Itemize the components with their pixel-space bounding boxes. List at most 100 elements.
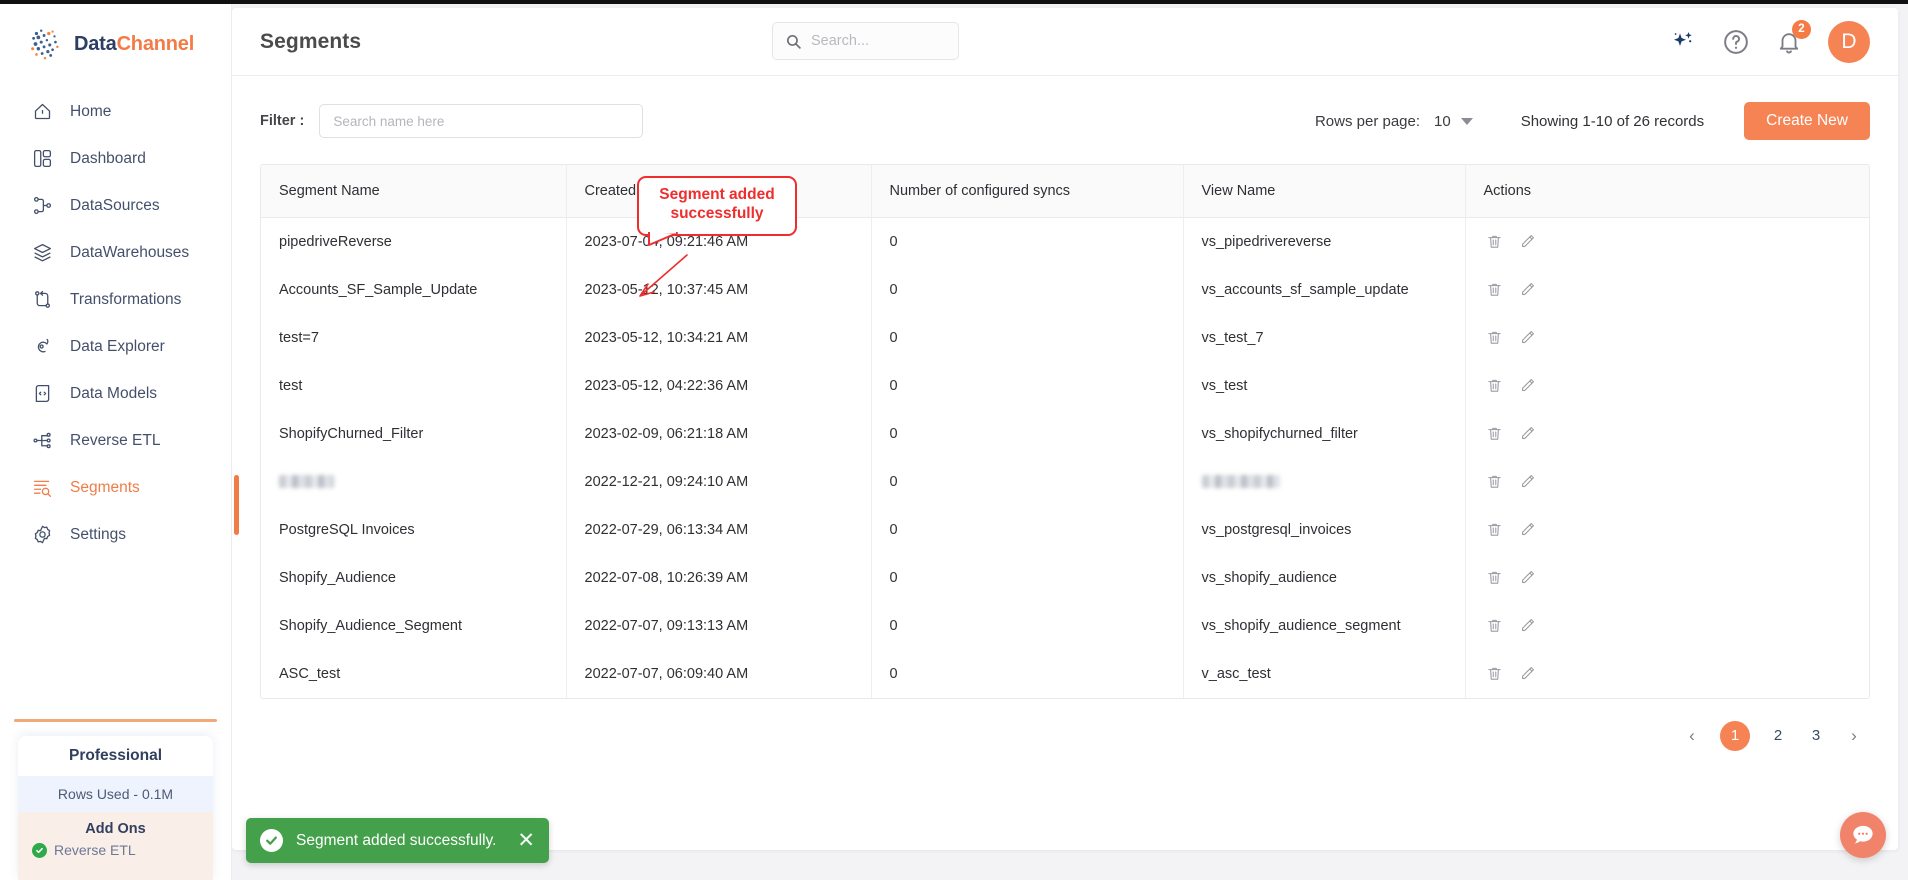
edit-row-button[interactable] [1519,233,1536,250]
table-row[interactable]: Accounts_SF_Sample_Update 2023-05-12, 10:… [261,265,1869,314]
delete-row-button[interactable] [1486,521,1503,538]
toast-close-button[interactable]: ✕ [517,830,535,851]
sidebar-item-data-explorer[interactable]: Data Explorer [0,323,231,370]
cell-segment-name: Shopify_Audience_Segment [279,617,462,634]
pagination-next-button[interactable]: › [1844,726,1864,746]
cell-syncs: 0 [871,505,1184,554]
cell-view-name-container [1183,457,1466,506]
edit-row-button[interactable] [1519,329,1536,346]
notification-bell-icon[interactable]: 2 [1776,19,1811,55]
cell-syncs: 0 [871,649,1184,698]
table-row[interactable]: 2022-12-21, 09:24:10 AM 0 [261,457,1869,506]
chat-bubble-icon[interactable] [1840,812,1886,858]
table-row[interactable]: test=7 2023-05-12, 10:34:21 AM 0 vs_test_7 [261,313,1869,362]
plan-card-container: Professional Rows Used - 0.1M Add Ons Re… [0,719,231,880]
content-panel: Segments Search... 2 D Filter: Search n… [232,8,1898,858]
edit-row-button[interactable] [1519,617,1536,634]
global-search[interactable] [772,22,959,60]
delete-row-button[interactable] [1486,569,1503,586]
datawarehouses-icon [30,241,54,265]
cell-segment-name: ASC_test [279,665,341,682]
edit-row-button[interactable] [1519,377,1536,394]
notification-badge: 2 [1792,19,1811,39]
table-header-row: Segment Name Created On Number of config… [261,165,1869,218]
table-row[interactable]: ShopifyChurned_Filter 2023-02-09, 06:21:1… [261,409,1869,458]
plan-addons-heading: Add Ons [18,812,213,842]
cell-created-on: 2022-12-21, 09:24:10 AM [566,457,872,506]
cell-view-name: vs_pipedrivereverse [1201,233,1332,250]
datasources-icon [30,194,54,218]
top-header: Segments Search... 2 D [232,8,1898,76]
column-header-segment-name[interactable]: Segment Name [261,165,567,218]
edit-row-button[interactable] [1519,281,1536,298]
rows-per-page-label: Rows per page: [1314,112,1421,130]
sidebar-item-datawarehouses[interactable]: DataWarehouses [0,229,231,276]
pagination-page-1[interactable]: 1 [1720,720,1750,751]
edit-row-button[interactable] [1519,569,1536,586]
avatar[interactable]: D [1828,20,1870,63]
filter-name-input[interactable] [319,104,644,138]
cell-segment-name: pipedriveReverse [279,233,392,250]
annotation-tail-icon [648,231,678,246]
cell-view-name-container: vs_accounts_sf_sample_update [1183,265,1466,314]
edit-row-button[interactable] [1519,665,1536,682]
delete-row-button[interactable] [1486,617,1503,634]
sidebar-item-settings[interactable]: Settings [0,511,231,558]
sidebar-item-datasources[interactable]: DataSources [0,182,231,229]
delete-row-button[interactable] [1486,473,1503,490]
pagination-page-2[interactable]: 2 [1768,727,1788,744]
plan-rows-used: Rows Used - 0.1M [18,776,213,812]
sidebar-item-data-models[interactable]: Data Models [0,370,231,417]
cell-segment-name-container: Shopify_Audience_Segment [261,601,567,650]
pagination-prev-button[interactable]: ‹ [1682,726,1702,746]
cell-segment-name-container: test [261,361,567,410]
table-row[interactable]: test 2023-05-12, 04:22:36 AM 0 vs_test [261,361,1869,410]
sidebar-item-home[interactable]: Home [0,88,231,135]
sidebar-item-segments[interactable]: Segments [0,464,231,511]
annotation-callout: Segment added successfully [637,176,797,246]
cell-actions [1465,458,1869,506]
sidebar-item-transformations[interactable]: Transformations [0,276,231,323]
table-row[interactable]: PostgreSQL Invoices 2022-07-29, 06:13:34 … [261,505,1869,554]
cell-actions [1465,650,1869,698]
chevron-down-icon[interactable] [1460,117,1473,125]
table-row[interactable]: ASC_test 2022-07-07, 06:09:40 AM 0 v_asc_te… [261,649,1869,698]
table-row[interactable]: Shopify_Audience 2022-07-08, 10:26:39 AM 0… [261,553,1869,602]
create-new-button[interactable]: Create New [1744,102,1870,140]
edit-row-button[interactable] [1519,425,1536,442]
sidebar-item-label: Settings [70,525,127,543]
cell-actions [1465,266,1869,314]
cell-view-name-container: vs_pipedrivereverse [1183,217,1466,266]
cell-view-name-container: vs_shopifychurned_filter [1183,409,1466,458]
cell-created-on: 2022-07-07, 06:09:40 AM [566,649,872,698]
search-input[interactable] [811,33,941,49]
rows-per-page-value[interactable]: 10 [1434,113,1451,130]
table-row[interactable]: Shopify_Audience_Segment 2022-07-07, 09:1… [261,601,1869,650]
delete-row-button[interactable] [1486,377,1503,394]
app-root: DataChannel Home Dashboard DataSources D… [0,0,1908,880]
active-nav-indicator [234,475,239,535]
chat-glyph-icon [1853,825,1873,844]
cell-syncs: 0 [871,409,1184,458]
column-header-syncs[interactable]: Number of configured syncs [871,165,1184,218]
delete-row-button[interactable] [1486,425,1503,442]
delete-row-button[interactable] [1486,329,1503,346]
delete-row-button[interactable] [1486,665,1503,682]
table-row[interactable]: pipedriveReverse 2023-07-04, 09:21:46 AM 0… [261,217,1869,266]
cell-segment-name-container: pipedriveReverse [261,217,567,266]
delete-row-button[interactable] [1486,233,1503,250]
edit-row-button[interactable] [1519,521,1536,538]
sidebar-item-dashboard[interactable]: Dashboard [0,135,231,182]
sidebar-item-reverse-etl[interactable]: Reverse ETL [0,417,231,464]
edit-row-button[interactable] [1519,473,1536,490]
ai-sparkle-icon[interactable] [1668,28,1696,56]
cell-view-name: vs_accounts_sf_sample_update [1201,281,1409,298]
cell-created-on: 2022-07-07, 09:13:13 AM [566,601,872,650]
column-header-view-name[interactable]: View Name [1183,165,1466,218]
plan-card[interactable]: Professional Rows Used - 0.1M Add Ons Re… [18,736,213,880]
pagination-page-3[interactable]: 3 [1806,727,1826,744]
help-circle-icon[interactable] [1722,28,1750,56]
segments-table-container: Segment Name Created On Number of config… [260,164,1870,699]
brand-logo-area[interactable]: DataChannel [0,0,231,66]
delete-row-button[interactable] [1486,281,1503,298]
